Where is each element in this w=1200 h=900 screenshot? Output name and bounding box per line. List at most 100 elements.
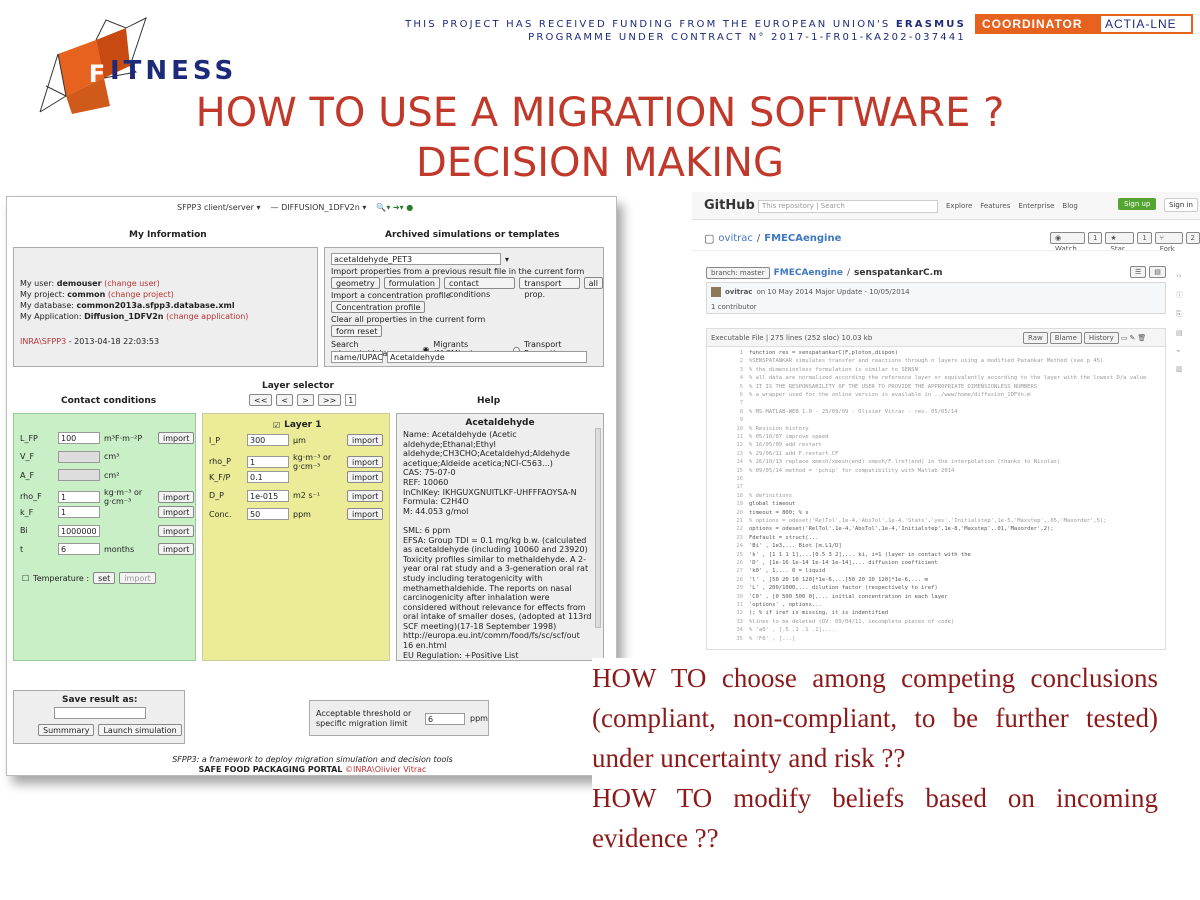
layer-prev-button[interactable]: < bbox=[276, 394, 294, 406]
temperature-checkbox[interactable]: ☐ bbox=[22, 574, 29, 583]
contact-value-input[interactable] bbox=[58, 469, 100, 481]
logo-text: ITNESS bbox=[110, 56, 238, 86]
layer-value-input[interactable]: 50 bbox=[247, 508, 289, 520]
sfpp-topbar: SFPP3 client/server ▾ — DIFFUSION_1DFV2n… bbox=[177, 203, 413, 217]
signup-button[interactable]: Sign up bbox=[1118, 198, 1157, 210]
layer-next-button[interactable]: > bbox=[297, 394, 314, 406]
wiki-icon[interactable]: ▤ bbox=[1176, 329, 1183, 337]
pulse-icon[interactable]: ⌁ bbox=[1176, 347, 1183, 355]
temperature-import-button[interactable]: import bbox=[119, 572, 156, 584]
desktop-icon[interactable]: ▭ bbox=[1121, 334, 1128, 342]
change-application-link[interactable]: (change application) bbox=[166, 312, 248, 321]
watch-button[interactable]: ◉ Watch bbox=[1050, 232, 1085, 253]
form-reset-button[interactable]: form reset bbox=[331, 325, 383, 337]
nav-explore[interactable]: Explore bbox=[946, 202, 972, 210]
model-menu[interactable]: — DIFFUSION_1DFV2n ▾ bbox=[271, 203, 367, 217]
title-line1: HOW TO USE A MIGRATION SOFTWARE ? bbox=[195, 90, 1005, 136]
layer-label: Conc. bbox=[209, 509, 232, 519]
find-file-icon[interactable]: ▤ bbox=[1149, 266, 1166, 278]
code-icon[interactable]: ‹› bbox=[1176, 272, 1183, 280]
repo-name[interactable]: FMECAengine bbox=[764, 233, 841, 244]
layer-import-button[interactable]: import bbox=[347, 455, 384, 468]
save-name-input[interactable] bbox=[54, 707, 146, 719]
nav-features[interactable]: Features bbox=[980, 202, 1010, 210]
archive-select[interactable]: acetaldehyde_PET3 bbox=[331, 253, 501, 265]
help-scrollbar[interactable] bbox=[595, 428, 601, 628]
layer-checkbox[interactable]: ☑ bbox=[273, 421, 280, 430]
contact-value-input[interactable]: 1000000 bbox=[58, 524, 100, 537]
temperature-set-button[interactable]: set bbox=[93, 572, 116, 584]
pr-icon[interactable]: ⎘ bbox=[1176, 310, 1183, 319]
contributor-count: 1 contributor bbox=[711, 303, 757, 311]
contact-value-input[interactable]: 6 bbox=[58, 543, 100, 555]
repo-search-input[interactable]: This repository | Search bbox=[758, 200, 938, 213]
question-2: HOW TO modify beliefs based on incoming … bbox=[592, 783, 1158, 853]
issues-icon[interactable]: ⓘ bbox=[1176, 290, 1183, 300]
concentration-profile-button[interactable]: Concentration profile bbox=[331, 301, 426, 313]
github-logo[interactable]: GitHub bbox=[704, 198, 755, 213]
layer-import-button[interactable]: import bbox=[347, 489, 384, 502]
search-value-input[interactable]: Acetaldehyde bbox=[387, 351, 587, 363]
help-line: acetique;Aldeide acetica;NCI-C563...) bbox=[403, 458, 553, 468]
layer-value-input[interactable]: 0.1 bbox=[247, 471, 289, 483]
contact-value-input[interactable]: 100 bbox=[58, 432, 100, 444]
fork-button[interactable]: ⑂ Fork bbox=[1154, 232, 1183, 253]
layer-import-button[interactable]: import bbox=[347, 508, 384, 520]
summary-button[interactable]: Summmary bbox=[38, 724, 95, 736]
layer-row: D_P 1e-015 m2 s⁻¹ import bbox=[209, 489, 384, 502]
layer-value-input[interactable]: 1e-015 bbox=[247, 489, 289, 502]
contact-value-input[interactable]: 1 bbox=[58, 490, 100, 503]
layer-index-input[interactable]: 1 bbox=[345, 394, 357, 406]
signin-button[interactable]: Sign in bbox=[1164, 198, 1198, 212]
threshold-input[interactable]: 6 bbox=[425, 713, 465, 725]
path-repo[interactable]: FMECAengine bbox=[774, 268, 843, 278]
change-user-link[interactable]: (change user) bbox=[104, 279, 160, 288]
layer-value-input[interactable]: 300 bbox=[247, 434, 289, 446]
chevron-down-icon[interactable]: ▾ bbox=[505, 255, 509, 264]
sfpp3-link[interactable]: INRA\SFPP3 bbox=[20, 337, 66, 346]
copyright-link[interactable]: ©INRA\Olivier Vitrac bbox=[345, 765, 426, 774]
funding-erasmus: ERASMUS bbox=[895, 19, 966, 30]
graphs-icon[interactable]: ▥ bbox=[1176, 365, 1183, 373]
help-line: EU Regulation: +Positive List bbox=[403, 650, 519, 660]
line-number[interactable]: 35 bbox=[725, 635, 743, 645]
contact-import-button[interactable]: import bbox=[158, 543, 195, 555]
formulation-button[interactable]: formulation bbox=[383, 277, 440, 289]
geometry-button[interactable]: geometry bbox=[331, 277, 380, 289]
contact-unit: kg·m⁻³ or g·cm⁻³ bbox=[104, 487, 143, 506]
raw-button[interactable]: Raw bbox=[1023, 332, 1048, 344]
star-button[interactable]: ★ Star bbox=[1105, 232, 1135, 253]
history-button[interactable]: History bbox=[1083, 332, 1119, 344]
nav-blog[interactable]: Blog bbox=[1062, 202, 1077, 210]
layer-value-input[interactable]: 1 bbox=[247, 455, 289, 468]
contact-value-input[interactable]: 1 bbox=[58, 506, 100, 518]
change-project-link[interactable]: (change project) bbox=[108, 290, 174, 299]
commit-user[interactable]: ovitrac bbox=[725, 288, 752, 296]
layer-import-button[interactable]: import bbox=[347, 434, 384, 446]
nav-enterprise[interactable]: Enterprise bbox=[1018, 202, 1054, 210]
transport-prop-button[interactable]: transport prop. bbox=[519, 277, 580, 299]
all-button[interactable]: all bbox=[583, 277, 603, 289]
contact-import-button[interactable]: import bbox=[158, 432, 195, 444]
contact-value-input[interactable] bbox=[58, 450, 100, 463]
contact-import-button[interactable]: import bbox=[158, 524, 195, 537]
search-tool-icon[interactable]: 🔍▾ ➜▾ ● bbox=[376, 203, 413, 217]
repo-owner[interactable]: ovitrac bbox=[718, 233, 752, 244]
coordinator-label: COORDINATOR bbox=[977, 16, 1101, 32]
contact-import-button[interactable]: import bbox=[158, 506, 195, 518]
contact-row: t 6 months import bbox=[20, 543, 195, 555]
edit-icon[interactable]: ✎ bbox=[1129, 334, 1135, 342]
contact-conditions-button[interactable]: contact conditions bbox=[443, 277, 516, 299]
delete-icon[interactable]: 🗑 bbox=[1137, 334, 1146, 342]
client-menu[interactable]: SFPP3 client/server ▾ bbox=[177, 203, 261, 217]
launch-simulation-button[interactable]: Launch simulation bbox=[98, 724, 182, 736]
branch-select[interactable]: branch: master bbox=[706, 267, 770, 279]
commit-message: on 10 May 2014 Major Update - 10/05/2014 bbox=[756, 288, 910, 296]
layer-import-button[interactable]: import bbox=[347, 471, 384, 483]
search-type-select[interactable]: name/IUPAC bbox=[331, 351, 383, 363]
copy-path-icon[interactable]: ☰ bbox=[1130, 266, 1147, 278]
contact-import-button[interactable]: import bbox=[158, 490, 195, 503]
blame-button[interactable]: Blame bbox=[1049, 332, 1082, 344]
layer-first-button[interactable]: << bbox=[249, 394, 273, 406]
layer-last-button[interactable]: >> bbox=[317, 394, 342, 406]
